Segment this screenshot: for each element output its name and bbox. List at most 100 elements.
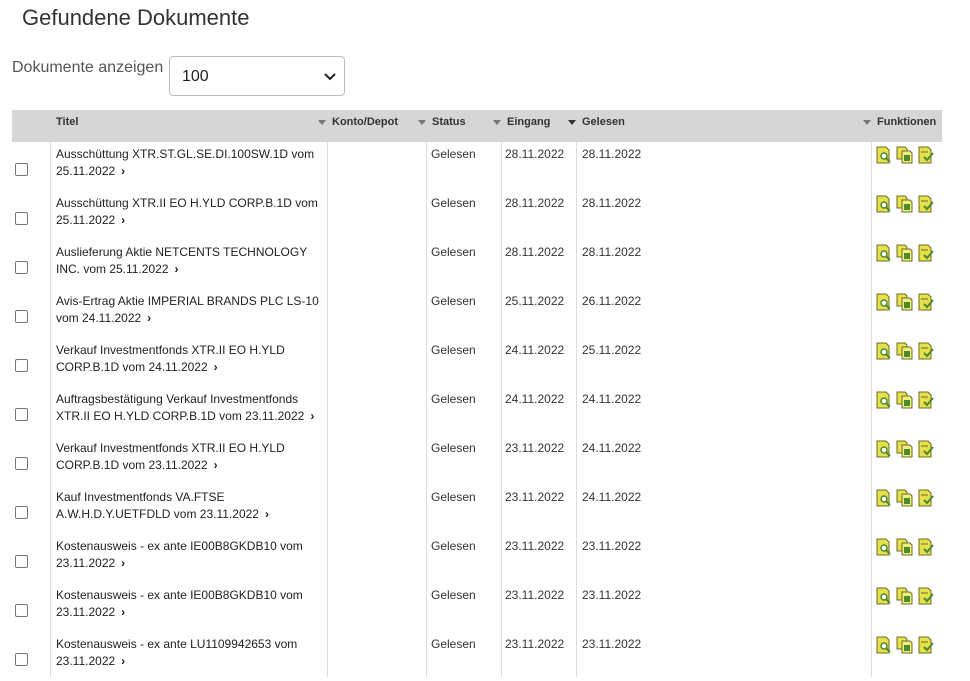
column-header-account[interactable]: Konto/Depot bbox=[332, 110, 398, 142]
document-title-link[interactable]: Ausschüttung XTR.II EO H.YLD CORP.B.1D v… bbox=[56, 195, 326, 229]
document-title-link[interactable]: Auftragsbestätigung Verkauf Investmentfo… bbox=[56, 391, 326, 425]
received-date-cell: 28.11.2022 bbox=[505, 196, 565, 210]
status-cell: Gelesen bbox=[431, 490, 476, 504]
document-title-link[interactable]: Kostenausweis - ex ante IE00B8GKDB10 vom… bbox=[56, 587, 326, 621]
document-title-line: Verkauf Investmentfonds XTR.II EO H.YLD bbox=[56, 343, 285, 357]
table-header: Titel Konto/Depot Status Eingang Gelesen… bbox=[12, 110, 942, 142]
copy-document-icon[interactable] bbox=[896, 244, 913, 262]
row-select-checkbox[interactable] bbox=[15, 653, 28, 666]
view-document-icon[interactable] bbox=[875, 538, 892, 556]
view-document-icon[interactable] bbox=[875, 244, 892, 262]
received-date-cell: 23.11.2022 bbox=[505, 490, 565, 504]
row-select-checkbox[interactable] bbox=[15, 212, 28, 225]
read-date-cell: 25.11.2022 bbox=[582, 343, 642, 357]
document-title-link[interactable]: Kostenausweis - ex ante IE00B8GKDB10 vom… bbox=[56, 538, 326, 572]
copy-document-icon[interactable] bbox=[896, 440, 913, 458]
view-document-icon[interactable] bbox=[875, 587, 892, 605]
view-document-icon[interactable] bbox=[875, 636, 892, 654]
row-select-checkbox[interactable] bbox=[15, 310, 28, 323]
received-date-cell: 23.11.2022 bbox=[505, 637, 565, 651]
row-select-checkbox[interactable] bbox=[15, 555, 28, 568]
table-row: Ausschüttung XTR.ST.GL.SE.DI.100SW.1D vo… bbox=[12, 142, 942, 191]
document-title-link[interactable]: Avis-Ertrag Aktie IMPERIAL BRANDS PLC LS… bbox=[56, 293, 326, 327]
document-title-link[interactable]: Kostenausweis - ex ante LU1109942653 vom… bbox=[56, 636, 326, 670]
column-header-title[interactable]: Titel bbox=[56, 110, 78, 142]
mark-read-icon[interactable] bbox=[917, 195, 934, 213]
mark-read-icon[interactable] bbox=[917, 391, 934, 409]
row-select-checkbox[interactable] bbox=[15, 604, 28, 617]
copy-document-icon[interactable] bbox=[896, 636, 913, 654]
document-title-line: Ausschüttung XTR.II EO H.YLD CORP.B.1D v… bbox=[56, 196, 318, 210]
copy-document-icon[interactable] bbox=[896, 587, 913, 605]
table-row: Kostenausweis - ex ante IE00B8GKDB10 vom… bbox=[12, 534, 942, 583]
sort-arrow-icon[interactable] bbox=[863, 120, 871, 126]
received-date-cell: 28.11.2022 bbox=[505, 245, 565, 259]
row-select-checkbox[interactable] bbox=[15, 163, 28, 176]
sort-arrow-icon-active[interactable] bbox=[568, 120, 576, 126]
view-document-icon[interactable] bbox=[875, 440, 892, 458]
view-document-icon[interactable] bbox=[875, 293, 892, 311]
table-row: Verkauf Investmentfonds XTR.II EO H.YLD C… bbox=[12, 338, 942, 387]
mark-read-icon[interactable] bbox=[917, 244, 934, 262]
document-title-line: Ausschüttung XTR.ST.GL.SE.DI.100SW.1D vo… bbox=[56, 147, 315, 161]
column-header-read[interactable]: Gelesen bbox=[582, 110, 625, 142]
document-title-link[interactable]: Ausschüttung XTR.ST.GL.SE.DI.100SW.1D vo… bbox=[56, 146, 326, 180]
row-select-checkbox[interactable] bbox=[15, 261, 28, 274]
view-document-icon[interactable] bbox=[875, 489, 892, 507]
column-header-received[interactable]: Eingang bbox=[507, 110, 550, 142]
read-date-cell: 23.11.2022 bbox=[582, 588, 642, 602]
document-title-line: 23.11.2022 bbox=[56, 654, 116, 668]
mark-read-icon[interactable] bbox=[917, 538, 934, 556]
document-title-line: 23.11.2022 bbox=[56, 605, 116, 619]
row-select-checkbox[interactable] bbox=[15, 408, 28, 421]
view-document-icon[interactable] bbox=[875, 146, 892, 164]
document-title-line: Kostenausweis - ex ante LU1109942653 vom bbox=[56, 637, 298, 651]
row-select-checkbox[interactable] bbox=[15, 506, 28, 519]
sort-arrow-icon[interactable] bbox=[318, 120, 326, 126]
document-title-line: 23.11.2022 bbox=[56, 556, 116, 570]
copy-document-icon[interactable] bbox=[896, 342, 913, 360]
document-title-link[interactable]: Verkauf Investmentfonds XTR.II EO H.YLD C… bbox=[56, 342, 326, 376]
mark-read-icon[interactable] bbox=[917, 293, 934, 311]
document-title-line: INC. vom 25.11.2022 bbox=[56, 262, 169, 276]
documents-count-select[interactable]: 100 bbox=[169, 56, 345, 96]
copy-document-icon[interactable] bbox=[896, 195, 913, 213]
status-cell: Gelesen bbox=[431, 196, 476, 210]
table-row: Auftragsbestätigung Verkauf Investmentfo… bbox=[12, 387, 942, 436]
copy-document-icon[interactable] bbox=[896, 293, 913, 311]
copy-document-icon[interactable] bbox=[896, 146, 913, 164]
mark-read-icon[interactable] bbox=[917, 587, 934, 605]
copy-document-icon[interactable] bbox=[896, 538, 913, 556]
mark-read-icon[interactable] bbox=[917, 342, 934, 360]
chevron-right-icon: › bbox=[174, 262, 179, 276]
document-title-link[interactable]: Kauf Investmentfonds VA.FTSE A.W.H.D.Y.UE… bbox=[56, 489, 326, 523]
status-cell: Gelesen bbox=[431, 245, 476, 259]
received-date-cell: 23.11.2022 bbox=[505, 539, 565, 553]
mark-read-icon[interactable] bbox=[917, 440, 934, 458]
chevron-right-icon: › bbox=[121, 164, 126, 178]
mark-read-icon[interactable] bbox=[917, 636, 934, 654]
row-select-checkbox[interactable] bbox=[15, 457, 28, 470]
table-row: Auslieferung Aktie NETCENTS TECHNOLOGY IN… bbox=[12, 240, 942, 289]
view-document-icon[interactable] bbox=[875, 391, 892, 409]
document-title-line: Auftragsbestätigung Verkauf Investmentfo… bbox=[56, 392, 299, 406]
mark-read-icon[interactable] bbox=[917, 489, 934, 507]
chevron-right-icon: › bbox=[121, 213, 126, 227]
copy-document-icon[interactable] bbox=[896, 489, 913, 507]
document-title-line: 25.11.2022 bbox=[56, 164, 116, 178]
row-select-checkbox[interactable] bbox=[15, 359, 28, 372]
copy-document-icon[interactable] bbox=[896, 391, 913, 409]
view-document-icon[interactable] bbox=[875, 195, 892, 213]
table-row: Avis-Ertrag Aktie IMPERIAL BRANDS PLC LS… bbox=[12, 289, 942, 338]
mark-read-icon[interactable] bbox=[917, 146, 934, 164]
view-document-icon[interactable] bbox=[875, 342, 892, 360]
chevron-right-icon: › bbox=[213, 458, 218, 472]
document-title-link[interactable]: Auslieferung Aktie NETCENTS TECHNOLOGY IN… bbox=[56, 244, 326, 278]
document-title-link[interactable]: Verkauf Investmentfonds XTR.II EO H.YLD C… bbox=[56, 440, 326, 474]
sort-arrow-icon[interactable] bbox=[418, 120, 426, 126]
column-header-status[interactable]: Status bbox=[432, 110, 466, 142]
sort-arrow-icon[interactable] bbox=[493, 120, 501, 126]
document-title-line: XTR.II EO H.YLD CORP.B.1D vom 23.11.2022 bbox=[56, 409, 305, 423]
chevron-right-icon: › bbox=[310, 409, 315, 423]
chevron-right-icon: › bbox=[213, 360, 218, 374]
